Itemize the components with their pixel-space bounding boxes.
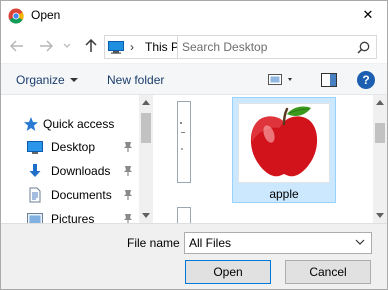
- preview-pane-icon: [321, 73, 337, 87]
- preview-pane-button[interactable]: [321, 73, 337, 87]
- navigation-pane: Quick access Desktop Downloads Documents…: [1, 95, 153, 223]
- file-name-label: apple: [269, 187, 299, 201]
- file-thumbnail: [238, 103, 330, 183]
- search-icon[interactable]: [357, 41, 370, 54]
- apple-image: [250, 106, 318, 177]
- file-list-scrollbar[interactable]: [373, 95, 387, 223]
- sidebar-item-label: Quick access: [43, 117, 115, 131]
- file-type-value: All Files: [189, 236, 232, 250]
- chevron-down-icon: [355, 239, 365, 245]
- back-button[interactable]: [8, 37, 26, 55]
- chrome-icon: [8, 8, 24, 24]
- scroll-down-icon[interactable]: [142, 213, 150, 218]
- download-icon: [29, 164, 41, 177]
- file-list: apple: [155, 95, 373, 223]
- change-view-button[interactable]: [268, 73, 296, 87]
- organize-button[interactable]: Organize: [16, 73, 78, 87]
- scroll-up-icon[interactable]: [142, 100, 150, 105]
- command-bar: Organize New folder ?: [1, 63, 387, 95]
- sidebar-item-pictures[interactable]: Pictures: [1, 208, 139, 223]
- file-item-document[interactable]: [177, 101, 191, 183]
- document-mark: [180, 122, 182, 124]
- navigation-pane-scrollbar[interactable]: [139, 95, 153, 223]
- new-folder-button[interactable]: New folder: [107, 73, 164, 87]
- sidebar-item-label: Pictures: [51, 212, 95, 223]
- breadcrumb-this-pc[interactable]: This PC: [145, 40, 177, 54]
- file-item-document[interactable]: [177, 207, 191, 223]
- search-box: [177, 35, 377, 59]
- sidebar-item-desktop[interactable]: Desktop: [1, 136, 139, 158]
- up-arrow-icon: [85, 39, 97, 52]
- search-input[interactable]: [182, 39, 352, 55]
- desktop-icon: [27, 141, 43, 154]
- back-arrow-icon: [10, 40, 23, 52]
- file-name-label: File name: [127, 236, 180, 250]
- open-file-dialog: Open ✕ › This Search Desktop Organize Ne…: [0, 0, 388, 290]
- organize-label: Organize: [16, 73, 65, 87]
- caret-down-icon: [69, 78, 78, 82]
- pin-icon[interactable]: [122, 165, 134, 177]
- star-icon: [24, 117, 38, 131]
- dialog-footer: File name All Files Open Cancel: [1, 223, 387, 289]
- help-button[interactable]: ?: [357, 71, 375, 89]
- cancel-button[interactable]: Cancel: [285, 260, 371, 284]
- close-icon: ✕: [362, 7, 374, 22]
- recent-locations-button[interactable]: [61, 37, 73, 55]
- chevron-down-icon: [63, 43, 71, 48]
- pin-icon[interactable]: [122, 141, 134, 153]
- title-bar: Open ✕: [1, 1, 387, 31]
- address-bar[interactable]: › This PC: [104, 35, 177, 59]
- sidebar-item-documents[interactable]: Documents: [1, 184, 139, 206]
- breadcrumb-separator: ›: [130, 40, 134, 54]
- forward-arrow-icon: [40, 40, 53, 52]
- sidebar-item-label: Documents: [51, 188, 112, 202]
- navigation-bar: › This PC: [1, 31, 387, 63]
- scrollbar-thumb[interactable]: [375, 123, 385, 143]
- view-icon: [268, 74, 292, 85]
- scroll-up-icon[interactable]: [376, 100, 384, 105]
- pictures-icon: [27, 213, 43, 223]
- sidebar-item-downloads[interactable]: Downloads: [1, 160, 139, 182]
- pin-icon[interactable]: [122, 189, 134, 201]
- sidebar-item-quick-access[interactable]: Quick access: [1, 113, 139, 135]
- window-title: Open: [31, 8, 61, 22]
- sidebar-item-label: Desktop: [51, 140, 96, 154]
- pin-icon[interactable]: [122, 213, 134, 223]
- document-mark: [181, 148, 183, 150]
- forward-button[interactable]: [37, 37, 55, 55]
- scrollbar-thumb[interactable]: [141, 113, 151, 143]
- file-type-select[interactable]: All Files: [184, 232, 372, 254]
- document-mark: [181, 132, 185, 133]
- open-button[interactable]: Open: [185, 260, 271, 284]
- file-item-apple[interactable]: apple: [232, 97, 336, 203]
- sidebar-item-label: Downloads: [51, 164, 111, 178]
- close-button[interactable]: ✕: [355, 3, 381, 27]
- documents-icon: [29, 187, 41, 203]
- scroll-down-icon[interactable]: [376, 213, 384, 218]
- pc-icon: [108, 41, 124, 54]
- up-button[interactable]: [82, 37, 100, 55]
